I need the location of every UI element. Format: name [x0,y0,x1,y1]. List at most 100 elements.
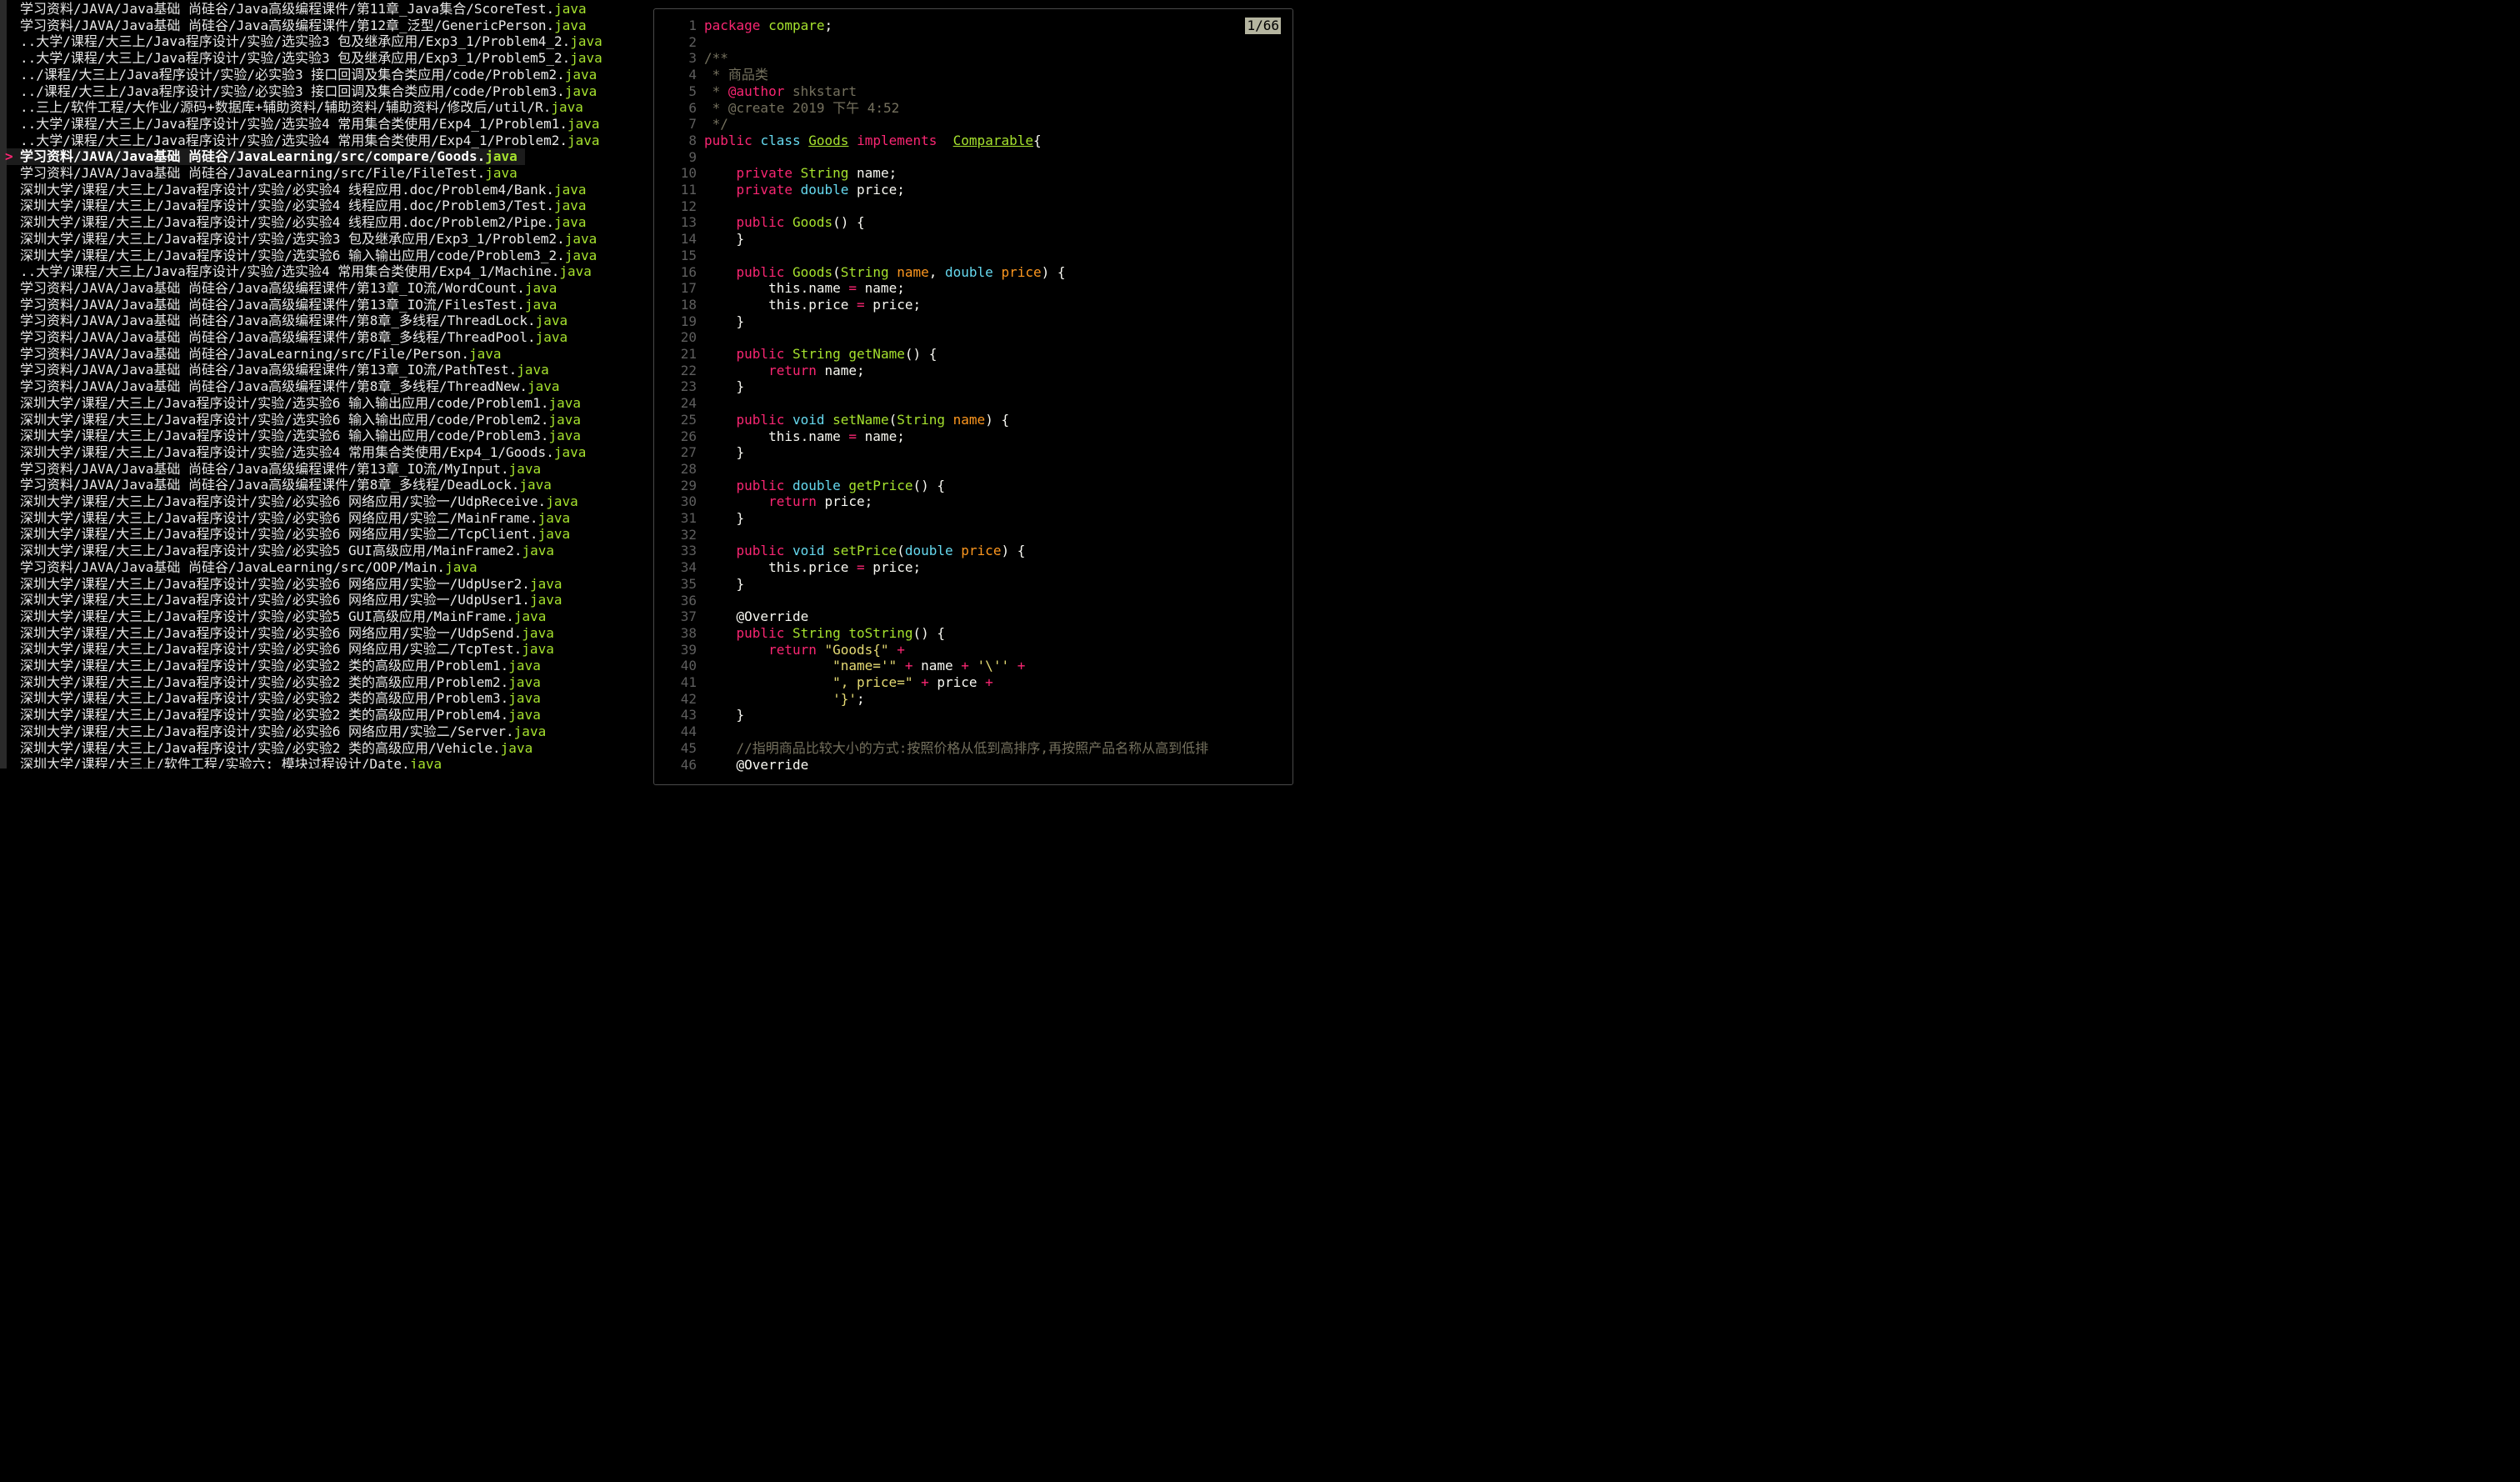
code-text: public Goods(String name, double price) … [736,263,1066,280]
file-extension: java [564,247,598,263]
file-extension: java [517,362,549,378]
file-extension: java [522,543,554,559]
line-number: 44 [680,723,697,740]
file-extension: java [553,443,587,460]
line-number: 17 [680,280,697,297]
file-path: 深圳大学/课程/大三上/Java程序设计/实验/必实验6 网络应用/实验一/Ud… [20,575,562,592]
code-text: * 商品类 [704,67,768,83]
file-path: 深圳大学/课程/大三上/Java程序设计/实验/必实验6 网络应用/实验二/Ma… [20,509,571,526]
file-extension: java [528,378,560,395]
line-number: 34 [680,559,697,576]
line-number: 11 [680,182,697,198]
line-number: 19 [680,313,697,329]
file-path: 学习资料/JAVA/Java基础 尚硅谷/Java高级编程课件/第8章_多线程/… [20,378,560,395]
line-number: 24 [680,395,697,412]
line-number: 43 [680,707,697,723]
file-path: ../课程/大三上/Java程序设计/实验/必实验3 接口回调及集合类应用/co… [20,83,598,99]
code-text: private String name; [736,165,898,182]
line-number: 10 [680,165,697,182]
file-extension: java [554,214,587,231]
line-number: 26 [680,428,697,444]
line-number: 13 [680,214,697,231]
code-text: * @create 2019 下午 4:52 [704,99,900,116]
file-path: 深圳大学/课程/大三上/Java程序设计/实验/必实验6 网络应用/实验二/Tc… [20,526,571,543]
line-number: 18 [680,296,697,313]
file-extension: java [513,723,547,739]
file-extension: java [529,575,562,592]
line-number: 30 [680,493,697,510]
file-extension: java [554,17,587,33]
line-number: 40 [680,658,697,674]
line-number: 20 [680,329,697,346]
file-extension: java [445,558,478,575]
line-number: 3 [688,50,697,67]
file-extension: java [568,115,600,132]
code-text: } [704,575,745,592]
code-text: @Override [704,608,809,625]
file-path: 深圳大学/课程/大三上/Java程序设计/实验/选实验3 包及继承应用/Exp3… [20,230,598,247]
file-extension: java [508,673,541,690]
line-number: 33 [680,543,697,559]
file-path: 学习资料/JAVA/Java基础 尚硅谷/Java高级编程课件/第13章_IO流… [20,296,558,313]
file-path: ..大学/课程/大三上/Java程序设计/实验/选实验4 常用集合类使用/Exp… [20,115,600,132]
line-number: 31 [680,510,697,526]
file-extension: java [508,658,541,673]
file-path: 深圳大学/课程/大三上/Java程序设计/实验/必实验5 GUI高级应用/Mai… [20,608,547,624]
file-path: 学习资料/JAVA/Java基础 尚硅谷/Java高级编程课件/第13章_IO流… [20,460,542,477]
file-path: ..大学/课程/大三上/Java程序设计/实验/选实验4 常用集合类使用/Exp… [20,132,600,148]
code-text: @Override [704,756,809,773]
file-extension: java [524,279,558,296]
code-text: ", price=" + price + [832,674,993,690]
file-path: 深圳大学/课程/大三上/Java程序设计/实验/必实验6 网络应用/实验一/Ud… [20,493,578,509]
file-extension: java [546,493,578,509]
file-extension: java [508,707,541,723]
file-path: ..大学/课程/大三上/Java程序设计/实验/选实验4 常用集合类使用/Exp… [20,263,592,280]
file-path: ..大学/课程/大三上/Java程序设计/实验/选实验3 包及继承应用/Exp3… [20,50,602,67]
code-text: public void setPrice(double price) { [736,543,1026,559]
line-number: 12 [680,198,697,214]
code-text: } [704,444,745,461]
line-number: 35 [680,575,697,592]
file-extension: java [535,329,568,345]
file-extension: java [570,33,602,50]
file-path: ..大学/课程/大三上/Java程序设计/实验/选实验3 包及继承应用/Exp3… [20,33,602,50]
file-path: ../课程/大三上/Java程序设计/实验/必实验3 接口回调及集合类应用/co… [20,66,598,83]
file-path: 学习资料/JAVA/Java基础 尚硅谷/Java高级编程课件/第13章_IO流… [20,362,549,378]
file-path: 深圳大学/课程/大三上/Java程序设计/实验/选实验6 输入输出应用/code… [20,394,581,411]
line-number: 39 [680,641,697,658]
file-extension: java [554,198,587,214]
line-number: 45 [680,739,697,756]
file-extension: java [548,428,581,444]
file-path: 学习资料/JAVA/Java基础 尚硅谷/Java高级编程课件/第8章_多线程/… [20,477,552,493]
code-text: public double getPrice() { [736,477,945,493]
file-path: 学习资料/JAVA/Java基础 尚硅谷/JavaLearning/src/Fi… [20,345,502,362]
line-number: 14 [680,231,697,248]
file-path: 学习资料/JAVA/Java基础 尚硅谷/JavaLearning/src/OO… [20,558,478,575]
file-extension: java [485,148,518,165]
file-path: 深圳大学/课程/大三上/Java程序设计/实验/选实验6 输入输出应用/code… [20,411,581,428]
code-text: '}'; [832,690,865,707]
position-indicator: 1/66 [1245,18,1281,34]
line-number: 6 [688,99,697,116]
code-text: return "Goods{" + [768,641,905,658]
line-number: 32 [680,526,697,543]
file-path: 深圳大学/课程/大三上/Java程序设计/实验/必实验2 类的高级应用/Prob… [20,658,541,673]
file-list-pane[interactable]: 学习资料/JAVA/Java基础 尚硅谷/Java高级编程课件/第11章_Jav… [0,0,653,769]
line-number: 38 [680,624,697,641]
code-preview-pane[interactable]: 1/66 1 package compare; 2 3 /** 4 * 商品类 5 * @a… [653,8,1293,785]
code-text: } [704,313,745,329]
file-path: 学习资料/JAVA/Java基础 尚硅谷/Java高级编程课件/第12章_泛型/… [20,17,587,33]
file-path: 深圳大学/课程/大三上/Java程序设计/实验/选实验4 常用集合类使用/Exp… [20,443,587,460]
code-text: } [704,510,745,526]
file-path: 深圳大学/课程/大三上/Java程序设计/实验/必实验4 线程应用.doc/Pr… [20,181,587,198]
file-path: 学习资料/JAVA/Java基础 尚硅谷/Java高级编程课件/第11章_Jav… [20,1,587,17]
code-text: package compare; [704,18,833,33]
line-number: 28 [680,460,697,477]
file-path: 深圳大学/课程/大三上/Java程序设计/实验/必实验4 线程应用.doc/Pr… [20,214,587,231]
line-number: 16 [680,263,697,280]
file-path: 深圳大学/课程/大三上/Java程序设计/实验/必实验4 线程应用.doc/Pr… [20,198,587,214]
code-text: this.price = price; [704,559,922,576]
line-number: 22 [680,362,697,378]
line-number: 23 [680,378,697,395]
file-path: 深圳大学/课程/大三上/Java程序设计/实验/必实验2 类的高级应用/Prob… [20,690,541,707]
